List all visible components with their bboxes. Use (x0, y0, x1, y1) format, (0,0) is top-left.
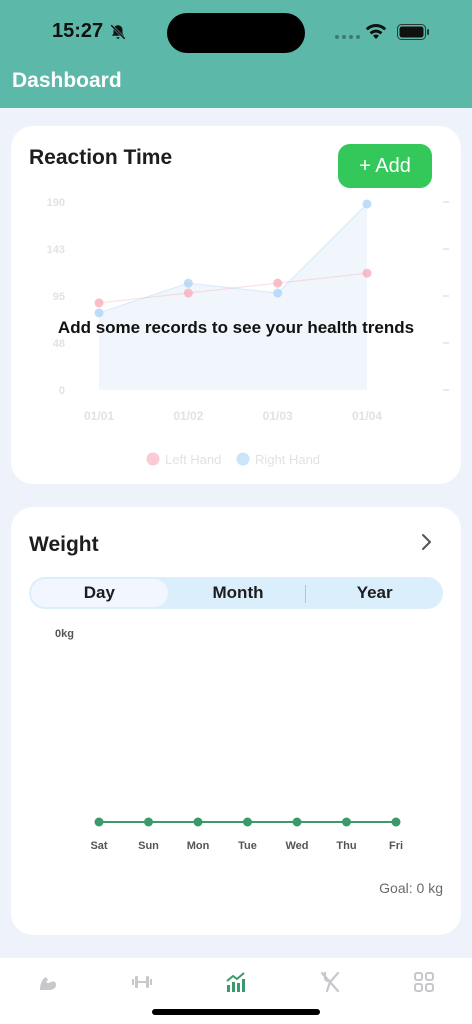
x-tick-label: Tue (238, 840, 257, 852)
weight-title: Weight (29, 533, 99, 556)
x-tick-label: 01/01 (84, 409, 114, 423)
data-point-right-hand (183, 278, 193, 288)
y-tick-label: 190 (47, 197, 65, 209)
data-point-left-hand (94, 298, 104, 308)
x-tick-label: Thu (336, 840, 356, 852)
battery-icon (397, 24, 429, 40)
legend-swatch (236, 452, 250, 466)
weight-data-point (94, 817, 104, 827)
legend-label: Left Hand (165, 452, 221, 467)
dumbbell-icon[interactable] (130, 970, 154, 994)
wifi-icon (365, 24, 387, 39)
cellular-signal-icon (335, 35, 360, 39)
weight-card[interactable]: Weight Day Month Year 0kg Sat Sun Mon Tue Wed… (11, 507, 461, 935)
weight-data-point (342, 817, 351, 827)
empty-state-message: Add some records to see your health tren… (57, 318, 415, 337)
data-point-right-hand (362, 199, 372, 209)
reaction-time-card: Reaction Time + Add 190 143 95 48 0 01/01 01/0… (11, 126, 461, 484)
utensils-icon[interactable] (318, 970, 342, 994)
status-time: 15:27 (52, 20, 127, 43)
data-point-left-hand (362, 268, 372, 278)
dynamic-island (167, 13, 305, 53)
status-bar: 15:27 (0, 0, 472, 62)
segment-year[interactable]: Year (306, 577, 443, 609)
x-tick-label: Wed (285, 840, 308, 852)
data-point-right-hand (94, 308, 104, 318)
x-tick-label: Sun (138, 840, 159, 852)
y-tick-label: 0 (59, 385, 65, 397)
segment-day[interactable]: Day (31, 579, 168, 607)
segment-month[interactable]: Month (170, 577, 307, 609)
data-point-left-hand (183, 288, 193, 298)
x-tick-label: 01/04 (352, 409, 382, 423)
legend-label: Right Hand (255, 452, 320, 467)
weight-goal: Goal: 0 kg (379, 880, 443, 896)
period-segmented-control: Day Month Year (29, 577, 443, 609)
y-axis-label: 0kg (55, 628, 74, 640)
add-record-button[interactable]: + Add (338, 144, 432, 188)
arm-icon[interactable] (36, 970, 60, 994)
chevron-right-icon[interactable] (415, 531, 437, 553)
data-point-right-hand (273, 288, 283, 298)
bell-muted-icon (110, 23, 126, 40)
weight-data-point (193, 817, 203, 827)
y-tick-label: 95 (53, 291, 65, 303)
grid-icon[interactable] (412, 970, 436, 994)
data-point-left-hand (273, 278, 283, 288)
x-tick-label: Sat (90, 840, 107, 852)
chart-icon[interactable] (224, 970, 248, 994)
right-hand-area (99, 203, 367, 390)
weight-chart: 0kg Sat Sun Mon Tue Wed Thu Fri (55, 628, 403, 852)
segment-divider (305, 585, 306, 603)
weight-data-point (391, 817, 401, 827)
x-tick-label: 01/03 (263, 409, 293, 423)
reaction-time-title: Reaction Time (29, 146, 173, 169)
status-time-text: 15:27 (52, 20, 104, 42)
weight-data-point (243, 817, 252, 827)
weight-data-point (292, 817, 302, 827)
page-title: Dashboard (12, 69, 122, 92)
y-tick-label: 143 (47, 244, 65, 256)
app-header: 15:27 Dashboard (0, 0, 472, 108)
weight-data-point (144, 817, 153, 827)
x-tick-label: Mon (187, 840, 210, 852)
x-tick-label: 01/02 (173, 409, 203, 423)
y-tick-label: 48 (53, 338, 65, 350)
home-indicator (152, 1009, 320, 1015)
legend-swatch (146, 452, 160, 466)
x-tick-label: Fri (389, 840, 403, 852)
